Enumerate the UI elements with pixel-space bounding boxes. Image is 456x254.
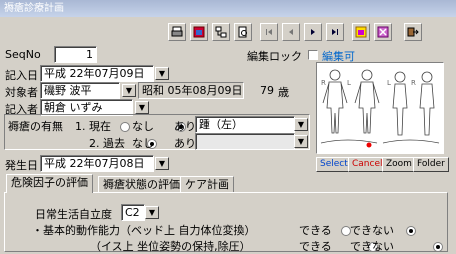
ulcer-past-site-dropdown[interactable]: ▼	[294, 135, 308, 148]
sitting-can-label: できる	[299, 240, 332, 253]
seqno-label: SeqNo	[5, 48, 41, 61]
patient-age: 79	[260, 84, 274, 97]
tree-button[interactable]	[212, 23, 230, 41]
adl-label: 日常生活自立度	[35, 208, 112, 221]
patient-label: 対象者	[5, 86, 38, 99]
entry-date-label: 記入日	[5, 69, 38, 82]
ulcer-label: 褥瘡の有無	[8, 120, 63, 133]
adl-dropdown[interactable]: ▼	[145, 206, 159, 219]
basic-motion-can-label: できる	[299, 224, 332, 237]
new-record-button[interactable]	[352, 23, 370, 41]
entry-date-dropdown[interactable]: ▼	[155, 67, 169, 80]
first-record-button[interactable]	[260, 23, 278, 41]
first-icon	[266, 29, 272, 35]
edit-lock-checkbox[interactable]	[308, 50, 318, 60]
ulcer-past-none-label: なし	[132, 137, 154, 150]
ulcer-past-yes-label: あり	[174, 137, 196, 150]
tab-ulcer-status[interactable]: 褥瘡状態の評価	[98, 176, 185, 193]
onset-date-dropdown[interactable]: ▼	[155, 157, 169, 170]
recorder-dropdown[interactable]: ▼	[135, 101, 149, 114]
print-icon	[171, 26, 183, 37]
patient-age-unit: 歳	[278, 86, 289, 99]
delete-icon	[377, 26, 389, 38]
body-map-side-label: L	[347, 79, 351, 87]
body-map-side-label: L	[387, 79, 391, 87]
sitting-cannot-radio[interactable]	[432, 242, 443, 252]
body-map[interactable]: R L L R	[316, 62, 444, 154]
prev-icon	[289, 29, 293, 35]
print-button[interactable]	[168, 23, 186, 41]
ulcer-current-none-radio[interactable]	[120, 122, 130, 132]
window-title: 褥瘡診療計画	[0, 0, 456, 17]
chevron-down-icon: ▼	[158, 69, 166, 78]
next-icon	[311, 29, 315, 35]
seqno-field[interactable]: 1	[54, 46, 97, 63]
calendar-button[interactable]	[190, 23, 208, 41]
body-map-side-label: R	[321, 79, 326, 87]
next-record-button[interactable]	[304, 23, 322, 41]
patient-name-field[interactable]: 磯野 波平	[40, 82, 120, 99]
tab-risk-factors[interactable]: 危険因子の評価	[6, 174, 93, 193]
exit-button[interactable]	[404, 23, 422, 41]
chevron-down-icon: ▼	[158, 159, 166, 168]
chevron-down-icon: ▼	[297, 120, 305, 129]
last-record-button[interactable]	[326, 23, 344, 41]
preview-icon	[238, 26, 247, 38]
edit-lock-label: 編集ロック	[247, 50, 302, 63]
ulcer-past-site-field[interactable]	[195, 133, 295, 150]
exit-icon	[407, 27, 419, 37]
chevron-down-icon: ▼	[148, 208, 156, 217]
ulcer-current-site-dropdown[interactable]: ▼	[294, 118, 308, 131]
basic-motion-cannot-radio[interactable]	[405, 226, 416, 236]
body-map-folder-button[interactable]: Folder	[413, 157, 449, 172]
tab-care-plan[interactable]: ケア計画	[180, 176, 234, 193]
ulcer-current-label: 1. 現在	[75, 120, 111, 133]
prev-record-button[interactable]	[282, 23, 300, 41]
new-icon	[355, 26, 367, 38]
patient-dropdown[interactable]: ▼	[122, 84, 136, 97]
sitting-label: （イス上 坐位姿勢の保持,除圧）	[90, 240, 251, 253]
body-map-zoom-button[interactable]: Zoom	[382, 157, 416, 172]
body-map-cancel-button[interactable]: Cancel	[348, 157, 387, 172]
tree-icon	[215, 26, 227, 38]
body-map-side-label: R	[411, 79, 416, 87]
toolbar	[168, 23, 454, 43]
ulcer-current-yes-label: あり	[174, 120, 196, 133]
ulcer-current-none-label: なし	[132, 120, 154, 133]
sitting-cannot-label: できない	[350, 240, 394, 253]
entry-date-field[interactable]: 平成 22年07月09日	[40, 65, 154, 82]
chevron-down-icon: ▼	[125, 86, 133, 95]
basic-motion-cannot-label: できない	[350, 224, 394, 237]
patient-dob-field: 昭和 05年08月09日	[138, 82, 244, 99]
chevron-down-icon: ▼	[138, 103, 146, 112]
basic-motion-label: ・基本的動作能力（ベッド上 自力体位変換）	[32, 224, 256, 237]
body-figures-image	[320, 69, 440, 148]
preview-button[interactable]	[234, 23, 252, 41]
ulcer-past-label: 2. 過去	[89, 137, 125, 150]
delete-record-button[interactable]	[374, 23, 392, 41]
body-map-select-button[interactable]: Select	[316, 157, 352, 172]
onset-date-field[interactable]: 平成 22年07月08日	[40, 155, 154, 172]
ulcer-current-site-field[interactable]: 踵（左）	[195, 116, 295, 133]
adl-field[interactable]: C2	[121, 204, 145, 221]
calendar-icon	[193, 26, 205, 38]
onset-date-label: 発生日	[5, 159, 38, 172]
last-icon	[332, 29, 338, 35]
chevron-down-icon: ▼	[297, 137, 305, 146]
